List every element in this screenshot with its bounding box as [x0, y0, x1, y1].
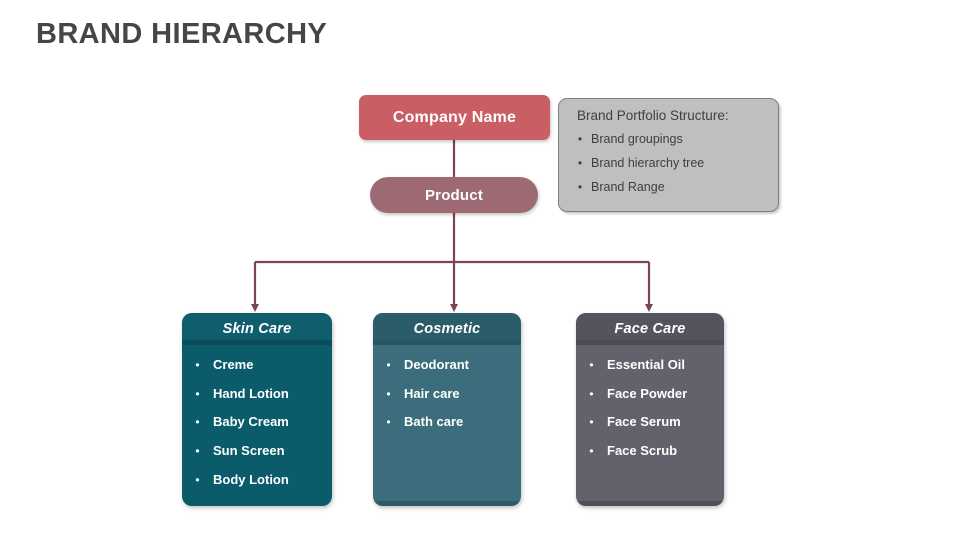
bullet-icon: •	[386, 415, 391, 430]
card-footer	[182, 501, 332, 506]
bullet-icon: •	[386, 386, 391, 401]
item-label: Deodorant	[404, 357, 469, 372]
bullet-icon: •	[589, 415, 594, 430]
item-label: Sun Screen	[213, 443, 285, 459]
category-body-face-care: • Essential Oil • Face Powder • Face Ser…	[576, 345, 724, 471]
item-label: Face Powder	[607, 385, 688, 401]
list-item: • Face Scrub	[576, 442, 724, 471]
list-item: • Hair care	[373, 385, 521, 414]
slide-canvas: BRAND HIERARCHY Company Name Product Bra	[0, 0, 960, 540]
item-label: Essential Oil	[607, 357, 686, 372]
list-item: • Face Serum	[576, 413, 724, 442]
category-header-cosmetic: Cosmetic	[373, 313, 521, 345]
list-item: • Brand hierarchy tree	[569, 155, 768, 171]
item-label: Hand Lotion	[213, 385, 289, 401]
list-item: • Baby Cream	[182, 413, 332, 442]
legend-item-label: Brand groupings	[591, 132, 683, 146]
bullet-icon: •	[195, 358, 200, 372]
list-item: • Creme	[182, 356, 332, 385]
product-label: Product	[424, 186, 484, 204]
item-label: Creme	[213, 357, 254, 372]
item-label: Hair care	[404, 385, 460, 401]
category-title: Skin Care	[222, 321, 292, 337]
arrowhead-skin-care	[251, 304, 259, 312]
item-label: Baby Cream	[213, 414, 289, 430]
brand-portfolio-structure-box: Brand Portfolio Structure: • Brand group…	[558, 98, 779, 212]
category-title: Cosmetic	[413, 321, 481, 337]
list-item: • Deodorant	[373, 356, 521, 385]
bullet-icon: •	[589, 444, 594, 459]
list-item: • Face Powder	[576, 385, 724, 414]
item-label: Face Serum	[607, 414, 681, 430]
header-divider	[182, 340, 332, 345]
header-divider	[576, 340, 724, 345]
bullet-icon: •	[386, 358, 391, 372]
list-item: • Brand groupings	[569, 131, 768, 147]
category-body-cosmetic: • Deodorant • Hair care • Bath care	[373, 345, 521, 442]
legend-item-label: Brand hierarchy tree	[591, 156, 705, 170]
category-title: Face Care	[614, 321, 686, 337]
category-card-cosmetic[interactable]: Cosmetic • Deodorant • Hair care • Bath …	[373, 313, 521, 506]
list-item: • Essential Oil	[576, 356, 724, 385]
list-item: • Brand Range	[569, 179, 768, 195]
bullet-icon: •	[577, 132, 583, 146]
category-header-face-care: Face Care	[576, 313, 724, 345]
category-card-skin-care[interactable]: Skin Care • Creme • Hand Lotion • Baby C…	[182, 313, 332, 506]
bullet-icon: •	[195, 444, 200, 459]
item-label: Face Scrub	[607, 443, 678, 459]
bullet-icon: •	[195, 386, 200, 401]
bullet-icon: •	[195, 415, 200, 430]
category-body-skin-care: • Creme • Hand Lotion • Baby Cream • Sun…	[182, 345, 332, 499]
arrowhead-cosmetic	[450, 304, 458, 312]
company-name-node[interactable]: Company Name	[359, 95, 550, 140]
category-card-face-care[interactable]: Face Care • Essential Oil • Face Powder …	[576, 313, 724, 506]
category-header-skin-care: Skin Care	[182, 313, 332, 345]
card-footer	[373, 501, 521, 506]
product-node[interactable]: Product	[370, 177, 538, 213]
list-item: • Hand Lotion	[182, 385, 332, 414]
list-item: • Bath care	[373, 413, 521, 442]
bullet-icon: •	[195, 472, 200, 487]
arrowhead-face-care	[645, 304, 653, 312]
item-label: Body Lotion	[213, 471, 289, 487]
legend-title: Brand Portfolio Structure:	[577, 108, 729, 123]
header-divider	[373, 340, 521, 345]
list-item: • Sun Screen	[182, 442, 332, 471]
legend-item-label: Brand Range	[591, 180, 665, 194]
page-title: BRAND HIERARCHY	[36, 18, 328, 50]
company-name-label: Company Name	[392, 108, 517, 126]
bullet-icon: •	[589, 358, 594, 372]
bullet-icon: •	[577, 180, 583, 194]
card-footer	[576, 501, 724, 506]
list-item: • Body Lotion	[182, 471, 332, 500]
bullet-icon: •	[589, 386, 594, 401]
item-label: Bath care	[404, 414, 464, 430]
bullet-icon: •	[577, 156, 583, 170]
